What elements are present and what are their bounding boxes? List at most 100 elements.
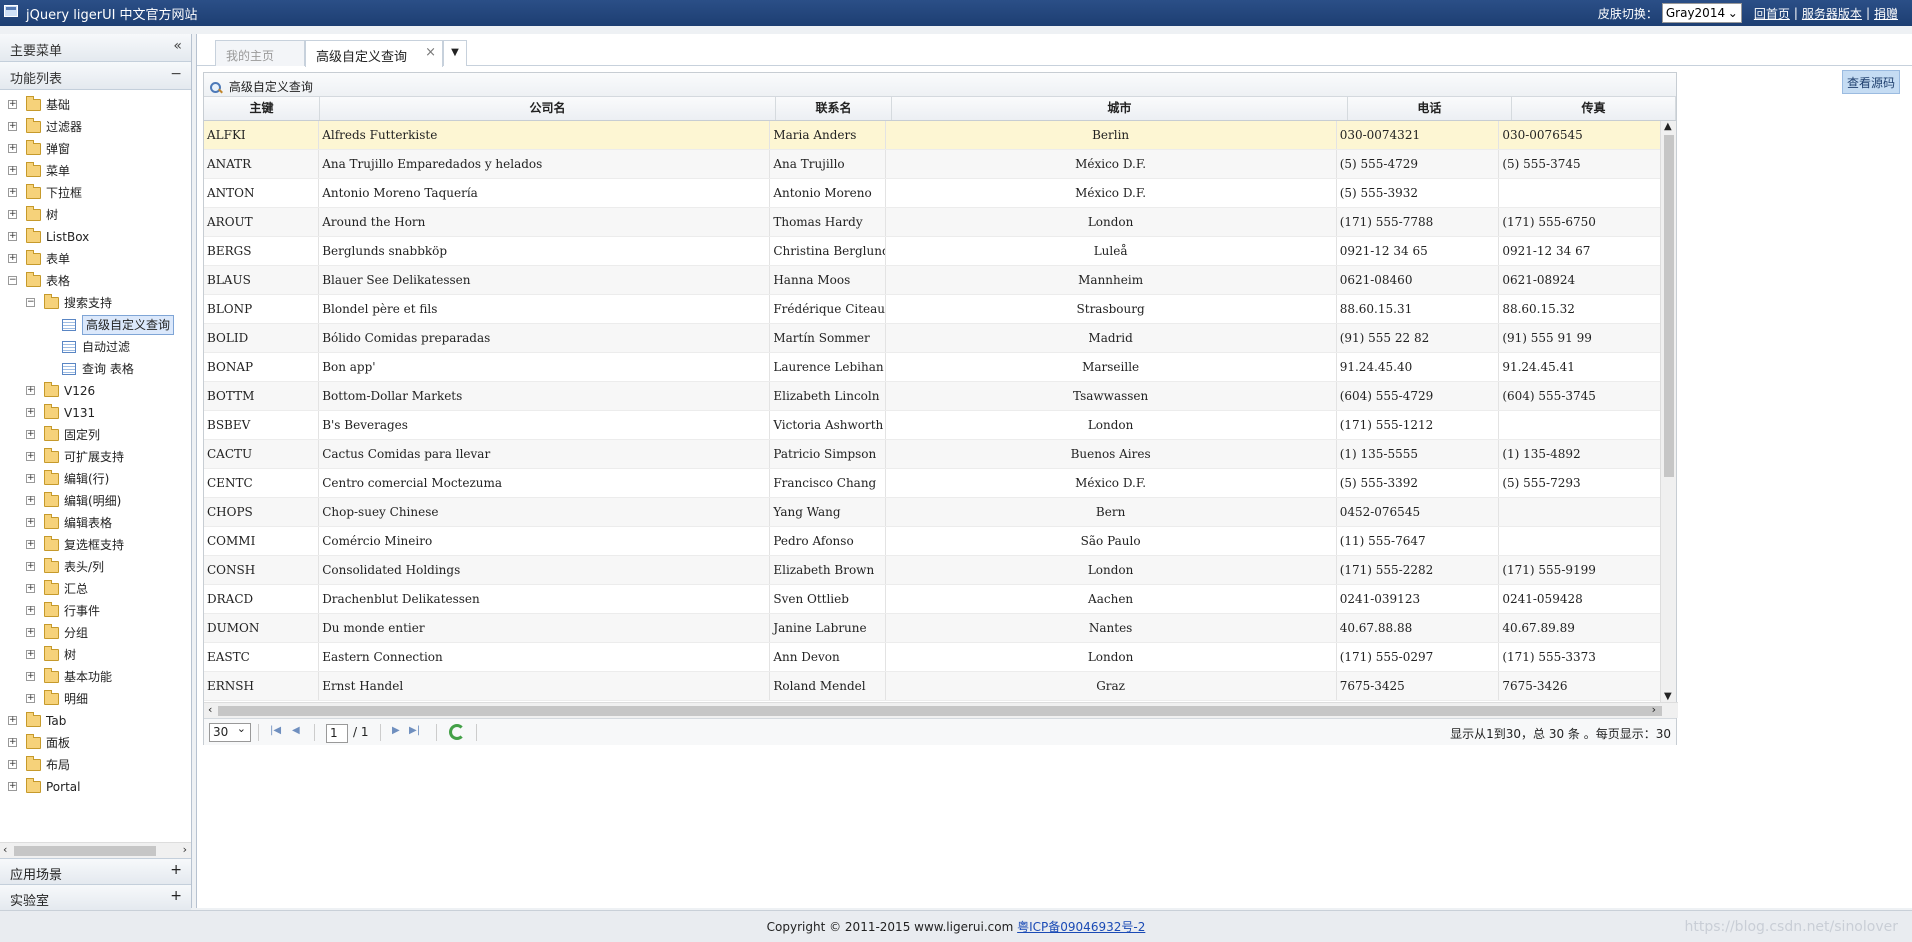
donate-link[interactable]: 捐赠 xyxy=(1874,5,1898,22)
expand-icon[interactable]: + xyxy=(8,210,17,219)
table-row[interactable]: ANTON Antonio Moreno Taquería Antonio More… xyxy=(204,179,1662,208)
table-row[interactable]: BOLID Bólido Comidas preparadas Martín Som… xyxy=(204,324,1662,353)
tree-item[interactable]: + 布局 xyxy=(0,754,191,776)
table-row[interactable]: COMMI Comércio Mineiro Pedro Afonso São Pau… xyxy=(204,527,1662,556)
tab-home[interactable]: 我的主页 xyxy=(215,40,305,66)
expand-icon[interactable]: + xyxy=(26,496,35,505)
icp-link[interactable]: 粤ICP备09046932号-2 xyxy=(1017,920,1145,934)
sidebar-section-lab[interactable]: 实验室 + xyxy=(0,884,191,910)
scroll-left-icon[interactable]: ‹ xyxy=(208,703,212,716)
table-row[interactable]: BSBEV B's Beverages Victoria Ashworth Londo… xyxy=(204,411,1662,440)
tree-item[interactable]: + 过滤器 xyxy=(0,116,191,138)
tree-item[interactable]: + 树 xyxy=(0,204,191,226)
table-row[interactable]: DUMON Du monde entier Janine Labrune Nantes… xyxy=(204,614,1662,643)
collapse-sidebar-icon[interactable]: « xyxy=(173,38,182,54)
home-link[interactable]: 回首页 xyxy=(1754,5,1790,22)
table-row[interactable]: BOTTM Bottom-Dollar Markets Elizabeth Linc… xyxy=(204,382,1662,411)
expand-icon[interactable]: + xyxy=(26,452,35,461)
expand-icon[interactable]: + xyxy=(26,672,35,681)
tree-item[interactable]: + 分组 xyxy=(0,622,191,644)
tree-item[interactable]: + ListBox xyxy=(0,226,191,248)
page-size-select[interactable]: 30 xyxy=(209,722,251,742)
expand-icon[interactable]: + xyxy=(8,188,17,197)
plus-icon[interactable]: + xyxy=(170,888,182,904)
tree-item[interactable]: + 基础 xyxy=(0,94,191,116)
tree-item[interactable]: + 编辑(行) xyxy=(0,468,191,490)
skin-select[interactable]: Gray2014 ⌄ xyxy=(1661,3,1742,23)
collapse-icon[interactable]: − xyxy=(8,276,17,285)
tree-item[interactable]: + 编辑(明细) xyxy=(0,490,191,512)
expand-icon[interactable]: + xyxy=(26,650,35,659)
table-row[interactable]: BERGS Berglunds snabbköp Christina Berglun… xyxy=(204,237,1662,266)
tree-item[interactable]: + Portal xyxy=(0,776,191,798)
tree-item[interactable]: + 弹窗 xyxy=(0,138,191,160)
table-row[interactable]: ANATR Ana Trujillo Emparedados y helados A… xyxy=(204,150,1662,179)
tree-item[interactable]: + 明细 xyxy=(0,688,191,710)
expand-icon[interactable]: + xyxy=(26,628,35,637)
tree-item[interactable]: + 可扩展支持 xyxy=(0,446,191,468)
scroll-left-icon[interactable]: ‹ xyxy=(3,843,7,856)
expand-icon[interactable]: + xyxy=(26,386,35,395)
function-list-header[interactable]: 功能列表 − xyxy=(0,62,191,90)
expand-icon[interactable]: + xyxy=(26,584,35,593)
scrollbar-thumb[interactable] xyxy=(218,706,1662,716)
collapse-icon[interactable]: − xyxy=(26,298,35,307)
sidebar-horizontal-scrollbar[interactable]: ‹ › xyxy=(0,842,191,858)
scrollbar-thumb[interactable] xyxy=(14,846,156,856)
tree-item[interactable]: 自动过滤 xyxy=(0,336,191,358)
tree-item[interactable]: 查询 表格 xyxy=(0,358,191,380)
table-row[interactable]: ALFKI Alfreds Futterkiste Maria Anders Berl… xyxy=(204,121,1662,150)
tree-item[interactable]: + 复选框支持 xyxy=(0,534,191,556)
tree-item[interactable]: + 行事件 xyxy=(0,600,191,622)
grid-horizontal-scrollbar[interactable]: ‹ › xyxy=(204,702,1678,718)
column-header[interactable]: 城市 xyxy=(892,97,1348,120)
plus-icon[interactable]: + xyxy=(170,862,182,878)
expand-icon[interactable]: + xyxy=(26,474,35,483)
last-page-icon[interactable]: ▶| xyxy=(409,725,420,736)
page-number-input[interactable]: 1 xyxy=(326,724,348,743)
expand-icon[interactable]: + xyxy=(8,782,17,791)
expand-icon[interactable]: + xyxy=(26,606,35,615)
table-row[interactable]: DRACD Drachenblut Delikatessen Sven Ottlie… xyxy=(204,585,1662,614)
tree-item[interactable]: − 搜索支持 xyxy=(0,292,191,314)
scroll-up-icon[interactable]: ▲ xyxy=(1664,121,1672,132)
tree-item[interactable]: + 固定列 xyxy=(0,424,191,446)
table-row[interactable]: CACTU Cactus Comidas para llevar Patricio … xyxy=(204,440,1662,469)
prev-page-icon[interactable]: ◀ xyxy=(292,725,300,736)
tree-item[interactable]: + 下拉框 xyxy=(0,182,191,204)
expand-icon[interactable]: + xyxy=(8,738,17,747)
column-header[interactable]: 公司名 xyxy=(320,97,776,120)
column-header[interactable]: 电话 xyxy=(1348,97,1512,120)
expand-icon[interactable]: + xyxy=(8,716,17,725)
grid-vertical-scrollbar[interactable]: ▲ ▼ xyxy=(1660,121,1676,702)
table-row[interactable]: BLONP Blondel père et fils Frédérique Cite… xyxy=(204,295,1662,324)
expand-icon[interactable]: + xyxy=(8,100,17,109)
expand-icon[interactable]: + xyxy=(26,408,35,417)
scrollbar-thumb[interactable] xyxy=(1664,135,1674,477)
expand-icon[interactable]: + xyxy=(8,254,17,263)
tree-item[interactable]: + 汇总 xyxy=(0,578,191,600)
expand-icon[interactable]: + xyxy=(8,144,17,153)
expand-icon[interactable]: + xyxy=(26,540,35,549)
tree-item[interactable]: + 面板 xyxy=(0,732,191,754)
tree-item[interactable]: + 菜单 xyxy=(0,160,191,182)
view-source-button[interactable]: 查看源码 xyxy=(1841,70,1900,94)
table-row[interactable]: CONSH Consolidated Holdings Elizabeth Brow… xyxy=(204,556,1662,585)
minus-icon[interactable]: − xyxy=(170,66,182,82)
expand-icon[interactable]: + xyxy=(8,232,17,241)
first-page-icon[interactable]: |◀ xyxy=(270,725,281,736)
tree-item[interactable]: + Tab xyxy=(0,710,191,732)
expand-icon[interactable]: + xyxy=(8,122,17,131)
column-header[interactable]: 联系名 xyxy=(776,97,893,120)
tree-item[interactable]: + 基本功能 xyxy=(0,666,191,688)
refresh-icon[interactable] xyxy=(449,724,465,740)
sidebar-section-scenarios[interactable]: 应用场景 + xyxy=(0,858,191,884)
expand-icon[interactable]: + xyxy=(26,430,35,439)
tree-item[interactable]: + 编辑表格 xyxy=(0,512,191,534)
tree-item[interactable]: + 表单 xyxy=(0,248,191,270)
scroll-down-icon[interactable]: ▼ xyxy=(1664,691,1672,702)
table-row[interactable]: AROUT Around the Horn Thomas Hardy London (1… xyxy=(204,208,1662,237)
close-icon[interactable]: × xyxy=(425,45,436,60)
column-header[interactable]: 主键 xyxy=(204,97,321,120)
server-version-link[interactable]: 服务器版本 xyxy=(1802,5,1862,22)
